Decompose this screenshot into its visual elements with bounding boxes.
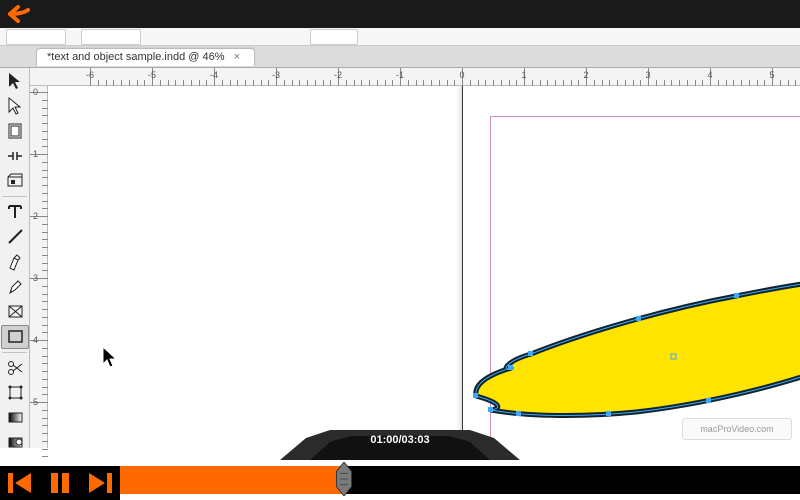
content-collector-tool[interactable] [1,169,29,193]
scissors-tool[interactable] [1,356,29,380]
timecode-text: 01:00/03:03 [370,434,429,446]
rectangle-tool[interactable] [1,325,29,349]
indesign-window: *text and object sample.indd @ 46% × -6-… [0,28,800,448]
page-tool[interactable] [1,119,29,143]
scrub-handle[interactable] [334,462,354,496]
horizontal-ruler[interactable]: -6-5-4-3-2-1012345 [30,68,800,86]
app-topbar [0,0,800,28]
gap-tool[interactable] [1,144,29,168]
watermark-badge: macProVideo.com [682,418,792,440]
close-tab-icon[interactable]: × [234,51,244,61]
watermark-text: macProVideo.com [700,424,773,434]
rectangle-frame-tool[interactable] [1,300,29,324]
type-tool[interactable] [1,200,29,224]
free-transform-tool[interactable] [1,381,29,405]
pause-button[interactable] [40,466,80,500]
vertical-ruler[interactable]: 012345 [30,86,48,448]
gradient-swatch-tool[interactable] [1,406,29,430]
back-button[interactable] [0,0,40,28]
mouse-cursor-icon [102,346,120,370]
line-tool[interactable] [1,225,29,249]
control-field-w[interactable] [6,29,66,45]
tools-panel [0,68,30,448]
next-button[interactable] [80,466,120,500]
document-tab[interactable]: *text and object sample.indd @ 46% × [36,48,255,66]
control-panel [0,28,800,46]
document-tab-label: *text and object sample.indd @ 46% [47,51,225,63]
banner-shape[interactable] [456,276,800,436]
video-player-bar: 01:00/03:03 [0,448,800,500]
document-tabbar: *text and object sample.indd @ 46% × [0,46,800,68]
zoom-field[interactable] [310,29,358,45]
selection-tool[interactable] [1,69,29,93]
pen-tool[interactable] [1,250,29,274]
previous-button[interactable] [0,466,40,500]
document-canvas[interactable]: macProVideo.com [48,86,800,448]
direct-selection-tool[interactable] [1,94,29,118]
control-field-h[interactable] [81,29,141,45]
progress-fill [120,466,344,494]
pencil-tool[interactable] [1,275,29,299]
transport-controls [0,466,120,500]
